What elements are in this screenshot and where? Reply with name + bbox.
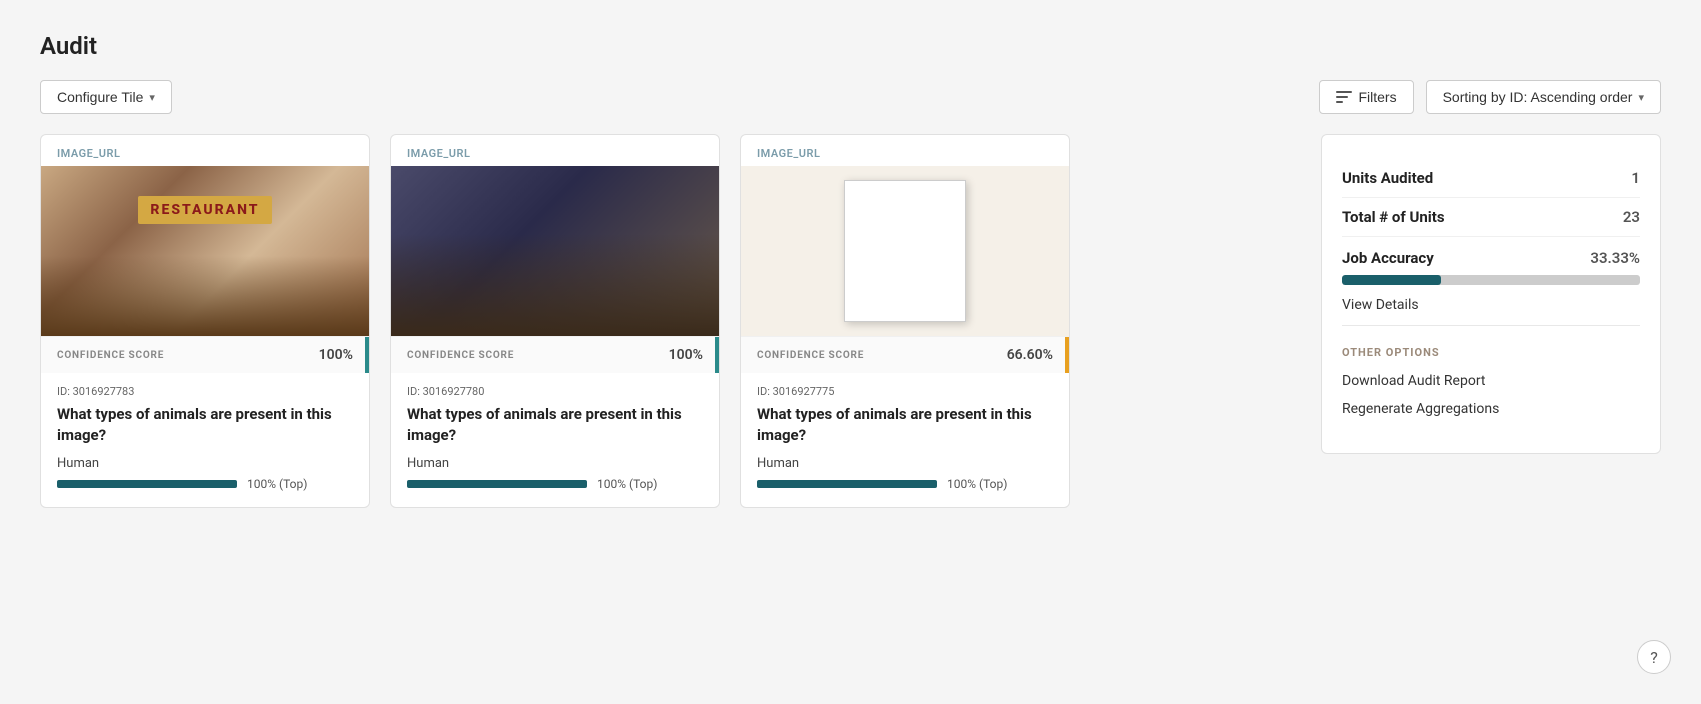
job-accuracy-bar-bg [1342,275,1640,285]
menu-svg [850,181,960,321]
configure-tile-chevron-icon: ▾ [149,91,155,104]
other-options-section: OTHER OPTIONS Download Audit Report Rege… [1342,346,1640,417]
card-2-confidence-score: 100% [669,347,703,363]
filters-button[interactable]: Filters [1319,80,1413,114]
card-2-id: ID: 3016927780 [407,385,703,398]
card-1-confidence-score: 100% [319,347,353,363]
filters-label: Filters [1358,89,1396,105]
card-1-answer-bar-row: 100% (Top) [57,477,353,491]
card-1-confidence-stripe [365,337,369,373]
card-3-question: What types of animals are present in thi… [757,404,1053,446]
card-2-answer-bar-row: 100% (Top) [407,477,703,491]
job-accuracy-label: Job Accuracy [1342,249,1434,267]
audit-card-1: IMAGE_URL CONFIDENCE SCORE 100% ID: 3016… [40,134,370,508]
card-2-answer: Human [407,456,703,471]
card-1-confidence-row: CONFIDENCE SCORE 100% [41,336,369,373]
card-1-answer-bar [57,480,237,488]
card-3-image [741,166,1069,336]
job-accuracy-section: Job Accuracy 33.33% View Details [1342,237,1640,326]
card-3-confidence-label: CONFIDENCE SCORE [757,350,864,361]
sorting-chevron-icon: ▾ [1638,91,1644,104]
card-2-confidence-label: CONFIDENCE SCORE [407,350,514,361]
card-2-answer-pct: 100% (Top) [597,477,657,491]
card-1-image [41,166,369,336]
configure-tile-button[interactable]: Configure Tile ▾ [40,80,172,114]
units-audited-label: Units Audited [1342,169,1433,187]
filters-icon [1336,91,1352,103]
card-1-body: ID: 3016927783 What types of animals are… [41,373,369,507]
job-accuracy-row: Job Accuracy 33.33% [1342,249,1640,267]
units-audited-row: Units Audited 1 [1342,159,1640,198]
card-3-id: ID: 3016927775 [757,385,1053,398]
card-2-confidence-row: CONFIDENCE SCORE 100% [391,336,719,373]
card-3-image-label: IMAGE_URL [741,135,1069,166]
other-options-title: OTHER OPTIONS [1342,346,1640,359]
total-units-label: Total # of Units [1342,208,1445,226]
help-button[interactable]: ? [1637,640,1671,674]
view-details-link[interactable]: View Details [1342,297,1419,313]
card-2-body: ID: 3016927780 What types of animals are… [391,373,719,507]
page-title: Audit [40,32,1661,60]
card-1-answer: Human [57,456,353,471]
card-3-confidence-stripe [1065,337,1069,373]
audit-card-2: IMAGE_URL CONFIDENCE SCORE 100% ID: 3016… [390,134,720,508]
card-3-body: ID: 3016927775 What types of animals are… [741,373,1069,507]
card-2-question: What types of animals are present in thi… [407,404,703,446]
card-1-image-label: IMAGE_URL [41,135,369,166]
card-3-answer: Human [757,456,1053,471]
card-1-confidence-label: CONFIDENCE SCORE [57,350,164,361]
regenerate-aggregations-link[interactable]: Regenerate Aggregations [1342,401,1640,417]
sorting-label: Sorting by ID: Ascending order [1443,89,1633,105]
toolbar: Configure Tile ▾ Filters Sorting by ID: … [40,80,1661,114]
job-accuracy-value: 33.33% [1590,249,1640,267]
sidebar: Units Audited 1 Total # of Units 23 Job … [1321,134,1661,454]
configure-tile-label: Configure Tile [57,89,143,105]
job-accuracy-bar-fill [1342,275,1441,285]
units-audited-value: 1 [1631,169,1640,187]
card-1-question: What types of animals are present in thi… [57,404,353,446]
card-3-confidence-score: 66.60% [1007,347,1053,363]
card-3-answer-bar [757,480,937,488]
total-units-row: Total # of Units 23 [1342,198,1640,237]
card-3-answer-bar-row: 100% (Top) [757,477,1053,491]
card-2-image-label: IMAGE_URL [391,135,719,166]
card-3-confidence-row: CONFIDENCE SCORE 66.60% [741,336,1069,373]
download-audit-report-link[interactable]: Download Audit Report [1342,373,1640,389]
audit-card-3: IMAGE_URL [740,134,1070,508]
cards-area: IMAGE_URL CONFIDENCE SCORE 100% ID: 3016… [40,134,1297,508]
sorting-button[interactable]: Sorting by ID: Ascending order ▾ [1426,80,1661,114]
card-1-answer-pct: 100% (Top) [247,477,307,491]
card-1-id: ID: 3016927783 [57,385,353,398]
card-2-confidence-stripe [715,337,719,373]
card-3-answer-pct: 100% (Top) [947,477,1007,491]
card-2-answer-bar [407,480,587,488]
card-2-image [391,166,719,336]
total-units-value: 23 [1623,208,1640,226]
main-content: IMAGE_URL CONFIDENCE SCORE 100% ID: 3016… [40,134,1661,508]
